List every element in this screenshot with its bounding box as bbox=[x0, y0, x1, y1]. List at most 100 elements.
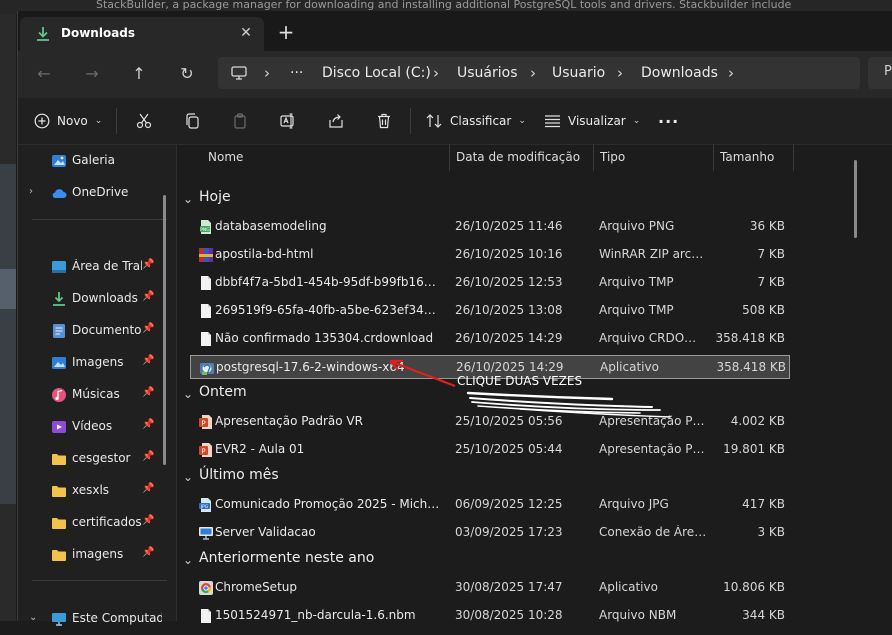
chevron-down-icon[interactable]: ⌄ bbox=[29, 612, 37, 623]
pin-icon[interactable]: 📌 bbox=[142, 323, 154, 334]
file-size: 7 KB bbox=[757, 275, 785, 289]
column-divider[interactable] bbox=[713, 145, 714, 171]
breadcrumb-downloads[interactable]: Downloads bbox=[641, 57, 718, 89]
sidebar-item-label: Galeria bbox=[72, 153, 115, 167]
pin-icon[interactable]: 📌 bbox=[142, 355, 154, 366]
sidebar-item-musicas[interactable]: Músicas 📌 bbox=[18, 379, 176, 411]
file-row[interactable]: P EVR2 - Aula 01 25/10/2025 05:44 Aprese… bbox=[190, 438, 790, 462]
file-row[interactable]: Não confirmado 135304.crdownload 26/10/2… bbox=[190, 327, 790, 351]
cloud-icon bbox=[52, 189, 67, 198]
back-arrow-icon[interactable]: ← bbox=[31, 62, 57, 86]
file-row[interactable]: JPG Comunicado Promoção 2025 - Michael_S… bbox=[190, 493, 790, 517]
file-row[interactable]: P Apresentação Padrão VR 25/10/2025 05:5… bbox=[190, 410, 790, 434]
copy-button[interactable] bbox=[184, 98, 200, 144]
pin-icon[interactable]: 📌 bbox=[142, 291, 154, 302]
pin-icon[interactable]: 📌 bbox=[142, 451, 154, 462]
sidebar-item-certificados[interactable]: certificados 📌 bbox=[18, 507, 176, 539]
column-divider[interactable] bbox=[793, 145, 794, 171]
file-row[interactable]: PNG databasemodeling 26/10/2025 11:46 Ar… bbox=[190, 215, 790, 239]
rename-button[interactable] bbox=[280, 98, 296, 144]
up-arrow-icon[interactable]: ↑ bbox=[126, 62, 152, 86]
column-divider[interactable] bbox=[449, 145, 450, 171]
sidebar-item-videos[interactable]: Vídeos 📌 bbox=[18, 411, 176, 443]
delete-button[interactable] bbox=[376, 98, 392, 144]
pin-icon[interactable]: 📌 bbox=[142, 483, 154, 494]
group-header-hoje[interactable]: ⌄ Hoje bbox=[177, 187, 892, 215]
sidebar-item-documentos[interactable]: Documentos 📌 bbox=[18, 315, 176, 347]
file-row[interactable]: Server Validacao 03/09/2025 17:23 Conexã… bbox=[190, 521, 790, 545]
sidebar-item-label: Imagens bbox=[72, 355, 124, 369]
file-size: 19.801 KB bbox=[723, 442, 785, 456]
paste-button[interactable] bbox=[232, 98, 248, 144]
sidebar-item-onedrive[interactable]: › OneDrive bbox=[18, 177, 176, 209]
background-block-accent bbox=[0, 269, 16, 309]
more-options-icon[interactable]: ··· bbox=[658, 98, 679, 144]
tab-downloads[interactable]: Downloads ✕ bbox=[20, 17, 264, 51]
breadcrumb-disco-local[interactable]: Disco Local (C:) bbox=[322, 57, 431, 89]
file-row[interactable]: apostila-bd-html 26/10/2025 10:16 WinRAR… bbox=[190, 243, 790, 267]
file-date: 26/10/2025 14:29 bbox=[455, 331, 563, 345]
sidebar-item-downloads[interactable]: Downloads 📌 bbox=[18, 283, 176, 315]
pin-icon[interactable]: 📌 bbox=[142, 419, 154, 430]
chevron-down-icon: ⌄ bbox=[518, 116, 526, 126]
pin-icon[interactable]: 📌 bbox=[142, 387, 154, 398]
toolbar-divider bbox=[116, 108, 117, 134]
sidebar-item-label: Área de Trabalho bbox=[72, 259, 142, 273]
folder-icon bbox=[52, 518, 66, 529]
forward-arrow-icon[interactable]: → bbox=[79, 62, 105, 86]
toolbar-divider bbox=[410, 108, 411, 134]
breadcrumb-usuario[interactable]: Usuario bbox=[552, 57, 605, 89]
sidebar-scrollbar[interactable] bbox=[163, 195, 166, 465]
monitor-icon bbox=[231, 66, 247, 80]
chevron-right-icon[interactable]: › bbox=[29, 186, 33, 197]
sort-label: Classificar bbox=[450, 114, 512, 128]
close-tab-icon[interactable]: ✕ bbox=[236, 23, 256, 43]
file-date: 06/09/2025 12:25 bbox=[455, 497, 563, 511]
blank-file-icon bbox=[201, 332, 211, 346]
pptx-file-icon: P bbox=[199, 415, 212, 429]
share-icon bbox=[329, 114, 343, 128]
sidebar-item-xesxls[interactable]: xesxls 📌 bbox=[18, 475, 176, 507]
pin-icon[interactable]: 📌 bbox=[142, 515, 154, 526]
cut-button[interactable] bbox=[136, 98, 152, 144]
sidebar-item-cesgestor[interactable]: cesgestor 📌 bbox=[18, 443, 176, 475]
search-input[interactable]: Pe bbox=[868, 57, 892, 89]
gallery-icon bbox=[52, 155, 66, 167]
group-header-anteriormente[interactable]: ⌄ Anteriormente neste ano bbox=[177, 548, 892, 576]
background-window-edge bbox=[0, 14, 16, 621]
sidebar-item-galeria[interactable]: Galeria bbox=[18, 145, 176, 177]
breadcrumb-overflow[interactable]: ··· bbox=[290, 57, 303, 89]
sidebar-item-imagens[interactable]: Imagens 📌 bbox=[18, 347, 176, 379]
breadcrumb[interactable]: › ··· Disco Local (C:) › Usuários › Usua… bbox=[218, 57, 860, 89]
group-header-ultimo-mes[interactable]: ⌄ Último mês bbox=[177, 465, 892, 493]
column-header-size[interactable]: Tamanho bbox=[720, 150, 774, 164]
breadcrumb-usuarios[interactable]: Usuários bbox=[457, 57, 518, 89]
file-size: 36 KB bbox=[749, 219, 785, 233]
pin-icon[interactable]: 📌 bbox=[142, 547, 154, 558]
file-row[interactable]: ChromeSetup 30/08/2025 17:47 Aplicativo … bbox=[190, 576, 790, 600]
sidebar-item-este-computador[interactable]: ⌄ Este Computador bbox=[18, 603, 176, 635]
refresh-icon[interactable]: ↻ bbox=[174, 62, 200, 86]
blank-file-icon bbox=[201, 609, 211, 623]
new-label: Novo bbox=[57, 114, 88, 128]
view-label: Visualizar bbox=[568, 114, 626, 128]
column-divider[interactable] bbox=[593, 145, 594, 171]
column-header-date[interactable]: Data de modificação bbox=[456, 150, 580, 164]
sort-button[interactable]: Classificar ⌄ bbox=[426, 98, 526, 144]
document-icon bbox=[53, 324, 65, 338]
column-header-type[interactable]: Tipo bbox=[600, 150, 625, 164]
video-icon bbox=[52, 421, 66, 433]
sidebar-item-imagens-folder[interactable]: imagens 📌 bbox=[18, 539, 176, 571]
new-button[interactable]: Novo ⌄ bbox=[34, 98, 102, 144]
file-row[interactable]: 1501524971_nb-darcula-1.6.nbm 30/08/2025… bbox=[190, 604, 790, 628]
file-row[interactable]: dbbf4f7a-5bd1-454b-95df-b99fb1697702.tmp… bbox=[190, 271, 790, 295]
share-button[interactable] bbox=[328, 98, 344, 144]
view-button[interactable]: Visualizar ⌄ bbox=[544, 98, 640, 144]
file-size: 508 KB bbox=[742, 303, 785, 317]
pin-icon[interactable]: 📌 bbox=[142, 259, 154, 270]
file-row[interactable]: 269519f9-65fa-40fb-a5be-623ef343edc6.tmp… bbox=[190, 299, 790, 323]
column-header-name[interactable]: Nome bbox=[208, 150, 243, 164]
new-tab-button[interactable]: + bbox=[275, 21, 297, 43]
sidebar-item-area-de-trabalho[interactable]: Área de Trabalho 📌 bbox=[18, 251, 176, 283]
folder-icon bbox=[52, 550, 66, 561]
